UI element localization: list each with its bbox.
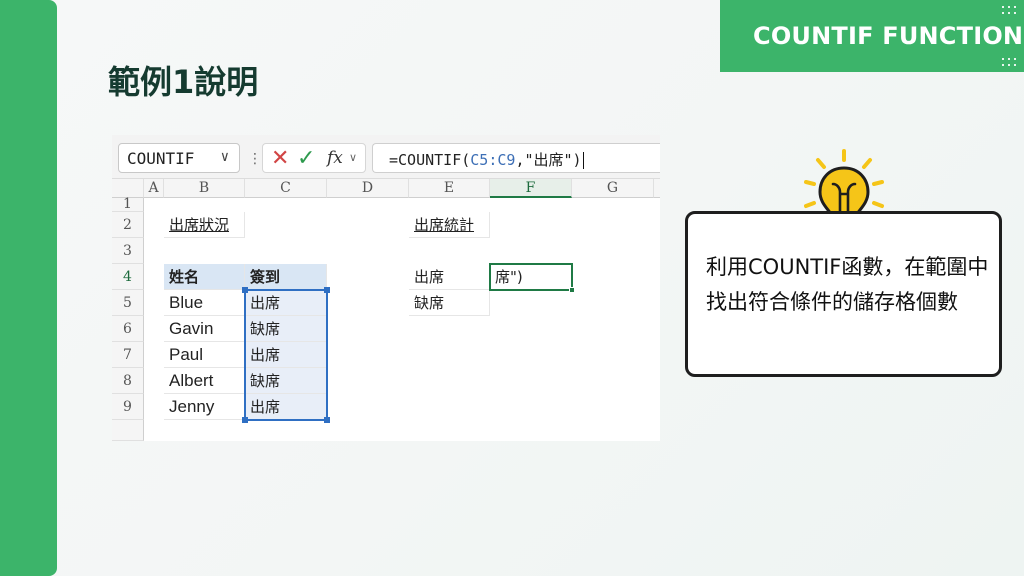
- row-header-2[interactable]: 2: [112, 212, 144, 238]
- row-header-6[interactable]: 6: [112, 316, 144, 342]
- column-header-e[interactable]: E: [409, 179, 490, 198]
- cell-b9[interactable]: Jenny: [164, 394, 245, 420]
- explanation-text: 利用COUNTIF函數，在範圍中找出符合條件的儲存格個數: [706, 255, 989, 314]
- cell-e5[interactable]: 缺席: [409, 290, 490, 316]
- cell-b7[interactable]: Paul: [164, 342, 245, 368]
- column-header-partial: [654, 179, 660, 198]
- row-header-partial: [112, 420, 144, 441]
- cell-b4[interactable]: 姓名: [164, 264, 245, 290]
- name-box[interactable]: COUNTIF ∨: [118, 143, 240, 173]
- cell-b6[interactable]: Gavin: [164, 316, 245, 342]
- topic-badge: COUNTIF FUNCTION: [720, 0, 1024, 72]
- formula-text: =COUNTIF(C5:C9,"出席"): [389, 149, 584, 170]
- cell-c8[interactable]: 缺席: [245, 368, 327, 394]
- chevron-down-icon[interactable]: ∨: [221, 149, 229, 165]
- formula-range-ref: C5:C9: [470, 151, 516, 169]
- slide-title: 範例1說明: [108, 63, 259, 101]
- text-caret: [582, 152, 584, 169]
- chevron-down-icon[interactable]: ∨: [349, 151, 357, 164]
- cell-e4[interactable]: 出席: [409, 264, 490, 290]
- dots-decoration: [1000, 56, 1020, 68]
- cell-c4[interactable]: 簽到: [245, 264, 327, 290]
- cell-b8[interactable]: Albert: [164, 368, 245, 394]
- badge-label: COUNTIF FUNCTION: [753, 22, 1024, 50]
- row-header-8[interactable]: 8: [112, 368, 144, 394]
- cell-c5[interactable]: 出席: [245, 290, 327, 316]
- row-header-7[interactable]: 7: [112, 342, 144, 368]
- column-header-c[interactable]: C: [245, 179, 327, 198]
- more-icon[interactable]: ⋮: [248, 151, 262, 167]
- cell-e2-text: 出席統計: [414, 216, 475, 234]
- column-header-d[interactable]: D: [327, 179, 409, 198]
- left-accent-bar: [0, 0, 57, 576]
- column-header-b[interactable]: B: [164, 179, 245, 198]
- explanation-card: 利用COUNTIF函數，在範圍中找出符合條件的儲存格個數: [685, 211, 1002, 377]
- cell-b5[interactable]: Blue: [164, 290, 245, 316]
- cell-c9[interactable]: 出席: [245, 394, 327, 420]
- cell-c7[interactable]: 出席: [245, 342, 327, 368]
- row-header-5[interactable]: 5: [112, 290, 144, 316]
- excel-screenshot: COUNTIF ∨ ⋮ ✕ ✓ fx ∨ =COUNTIF(C5:C9,"出席"…: [112, 135, 660, 441]
- cell-c6[interactable]: 缺席: [245, 316, 327, 342]
- formula-prefix: =COUNTIF(: [389, 151, 471, 169]
- cell-e2[interactable]: 出席統計: [409, 212, 490, 238]
- fill-handle[interactable]: [569, 287, 575, 293]
- row-header-1[interactable]: 1: [112, 197, 144, 212]
- row-header-9[interactable]: 9: [112, 394, 144, 420]
- formula-input[interactable]: =COUNTIF(C5:C9,"出席"): [372, 143, 660, 173]
- row-header-4[interactable]: 4: [112, 264, 144, 290]
- row-header-3[interactable]: 3: [112, 238, 144, 264]
- formula-bar: COUNTIF ∨ ⋮ ✕ ✓ fx ∨ =COUNTIF(C5:C9,"出席"…: [112, 135, 660, 179]
- formula-suffix: ,"出席"): [515, 151, 582, 169]
- cell-b2[interactable]: 出席狀況: [164, 212, 245, 238]
- formula-buttons: ✕ ✓ fx ∨: [262, 143, 366, 173]
- name-box-value: COUNTIF: [127, 148, 195, 168]
- cancel-icon[interactable]: ✕: [271, 146, 289, 171]
- cell-b2-text: 出席狀況: [169, 216, 230, 234]
- column-header-f[interactable]: F: [490, 179, 572, 198]
- column-header-a[interactable]: A: [144, 179, 164, 198]
- dots-decoration: [1000, 4, 1020, 16]
- insert-function-icon[interactable]: fx: [327, 148, 343, 168]
- column-header-g[interactable]: G: [572, 179, 654, 198]
- active-cell-f4[interactable]: [489, 263, 575, 293]
- enter-check-icon[interactable]: ✓: [297, 146, 315, 171]
